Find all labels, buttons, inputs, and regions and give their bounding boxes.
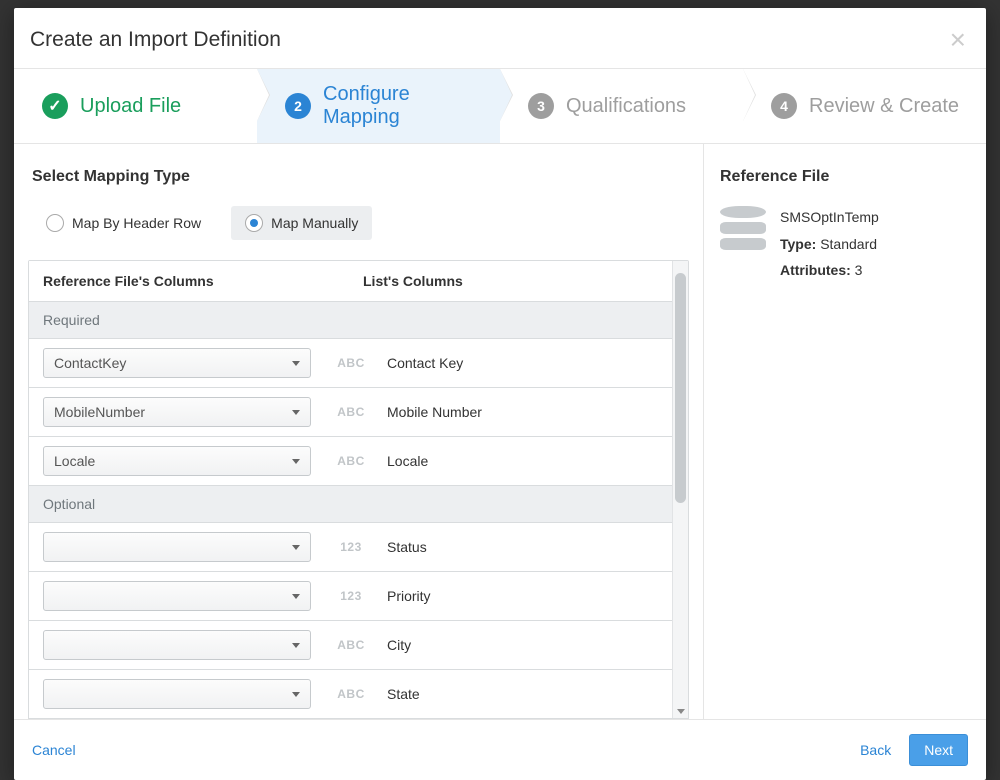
group-header-required: Required (29, 302, 672, 339)
datatype-badge: ABC (333, 687, 369, 701)
list-column-name: City (387, 637, 411, 653)
attributes-value: 3 (855, 262, 863, 278)
mapping-panel: Select Mapping Type Map By Header Row Ma… (14, 144, 704, 719)
datatype-badge: ABC (333, 638, 369, 652)
datatype-badge: 123 (333, 589, 369, 603)
mapping-grid: Reference File's Columns List's Columns … (28, 260, 689, 719)
type-value: Standard (820, 236, 877, 252)
mapping-type-title: Select Mapping Type (32, 168, 689, 186)
list-column-name: Locale (387, 453, 428, 469)
radio-map-by-header-row[interactable]: Map By Header Row (32, 206, 215, 240)
type-label: Type: (780, 236, 816, 252)
scrollbar-thumb[interactable] (675, 273, 686, 503)
mapping-row: 123 Status (29, 523, 672, 572)
datatype-badge: ABC (333, 405, 369, 419)
reference-column-select[interactable]: MobileNumber (43, 397, 311, 427)
mapping-row: ABC City (29, 621, 672, 670)
vertical-scrollbar[interactable] (672, 261, 688, 718)
reference-column-select[interactable] (43, 532, 311, 562)
radio-icon (245, 214, 263, 232)
wizard-step-configure-mapping[interactable]: 2 Configure Mapping (257, 69, 500, 143)
mapping-row: ContactKey ABC Contact Key (29, 339, 672, 388)
reference-file-type: Type: Standard (780, 231, 879, 258)
wizard-step-label: Review & Create (809, 95, 959, 118)
list-column-name: Priority (387, 588, 431, 604)
select-value: Locale (54, 453, 95, 469)
wizard-step-upload-file[interactable]: Upload File (14, 69, 257, 143)
mapping-row: ABC State (29, 670, 672, 718)
reference-file-title: Reference File (720, 168, 970, 186)
attributes-label: Attributes: (780, 262, 851, 278)
footer-right: Back Next (860, 734, 968, 766)
list-column-name: Contact Key (387, 355, 463, 371)
database-icon (720, 204, 766, 284)
wizard-step-label: Upload File (80, 95, 181, 118)
reference-column-select[interactable]: ContactKey (43, 348, 311, 378)
list-column-name: Status (387, 539, 427, 555)
next-button[interactable]: Next (909, 734, 968, 766)
chevron-down-icon (292, 410, 300, 415)
reference-file-panel: Reference File SMSOptInTemp Type: Standa… (704, 144, 986, 719)
back-button[interactable]: Back (860, 742, 891, 758)
reference-column-select[interactable]: Locale (43, 446, 311, 476)
modal-footer: Cancel Back Next (14, 719, 986, 780)
radio-label: Map Manually (271, 215, 358, 231)
group-header-optional: Optional (29, 486, 672, 523)
chevron-down-icon (292, 459, 300, 464)
reference-column-select[interactable] (43, 630, 311, 660)
modal-body: Select Mapping Type Map By Header Row Ma… (14, 144, 986, 719)
scroll-down-icon[interactable] (673, 704, 688, 718)
close-icon[interactable]: × (950, 26, 966, 54)
reference-column-select[interactable] (43, 581, 311, 611)
chevron-down-icon (292, 643, 300, 648)
reference-file-attributes: Attributes: 3 (780, 257, 879, 284)
mapping-grid-header: Reference File's Columns List's Columns (29, 261, 672, 302)
step-number-badge: 2 (285, 93, 311, 119)
radio-icon (46, 214, 64, 232)
chevron-down-icon (292, 361, 300, 366)
select-value: MobileNumber (54, 404, 145, 420)
mapping-row: 123 Priority (29, 572, 672, 621)
mapping-type-radio-group: Map By Header Row Map Manually (32, 206, 689, 240)
reference-file-name: SMSOptInTemp (780, 204, 879, 231)
select-value: ContactKey (54, 355, 126, 371)
wizard-step-qualifications[interactable]: 3 Qualifications (500, 69, 743, 143)
datatype-badge: 123 (333, 540, 369, 554)
step-number-badge: 4 (771, 93, 797, 119)
modal-title: Create an Import Definition (30, 28, 281, 52)
list-column-name: State (387, 686, 420, 702)
chevron-down-icon (292, 594, 300, 599)
check-icon (42, 93, 68, 119)
reference-file-info: SMSOptInTemp Type: Standard Attributes: … (720, 204, 970, 284)
wizard-step-label: Qualifications (566, 95, 686, 118)
reference-column-select[interactable] (43, 679, 311, 709)
step-number-badge: 3 (528, 93, 554, 119)
chevron-down-icon (292, 692, 300, 697)
column-header-list: List's Columns (353, 273, 658, 289)
radio-label: Map By Header Row (72, 215, 201, 231)
mapping-row: Locale ABC Locale (29, 437, 672, 486)
datatype-badge: ABC (333, 356, 369, 370)
radio-map-manually[interactable]: Map Manually (231, 206, 372, 240)
column-header-reference: Reference File's Columns (43, 273, 353, 289)
mapping-grid-body: Reference File's Columns List's Columns … (29, 261, 672, 718)
list-column-name: Mobile Number (387, 404, 482, 420)
mapping-row: MobileNumber ABC Mobile Number (29, 388, 672, 437)
import-definition-modal: Create an Import Definition × Upload Fil… (14, 8, 986, 780)
reference-file-meta: SMSOptInTemp Type: Standard Attributes: … (780, 204, 879, 284)
datatype-badge: ABC (333, 454, 369, 468)
wizard-step-label: Configure Mapping (323, 83, 490, 129)
modal-header: Create an Import Definition × (14, 8, 986, 68)
wizard-step-review-create[interactable]: 4 Review & Create (743, 69, 986, 143)
chevron-down-icon (292, 545, 300, 550)
cancel-button[interactable]: Cancel (32, 742, 76, 758)
wizard-steps: Upload File 2 Configure Mapping 3 Qualif… (14, 68, 986, 144)
